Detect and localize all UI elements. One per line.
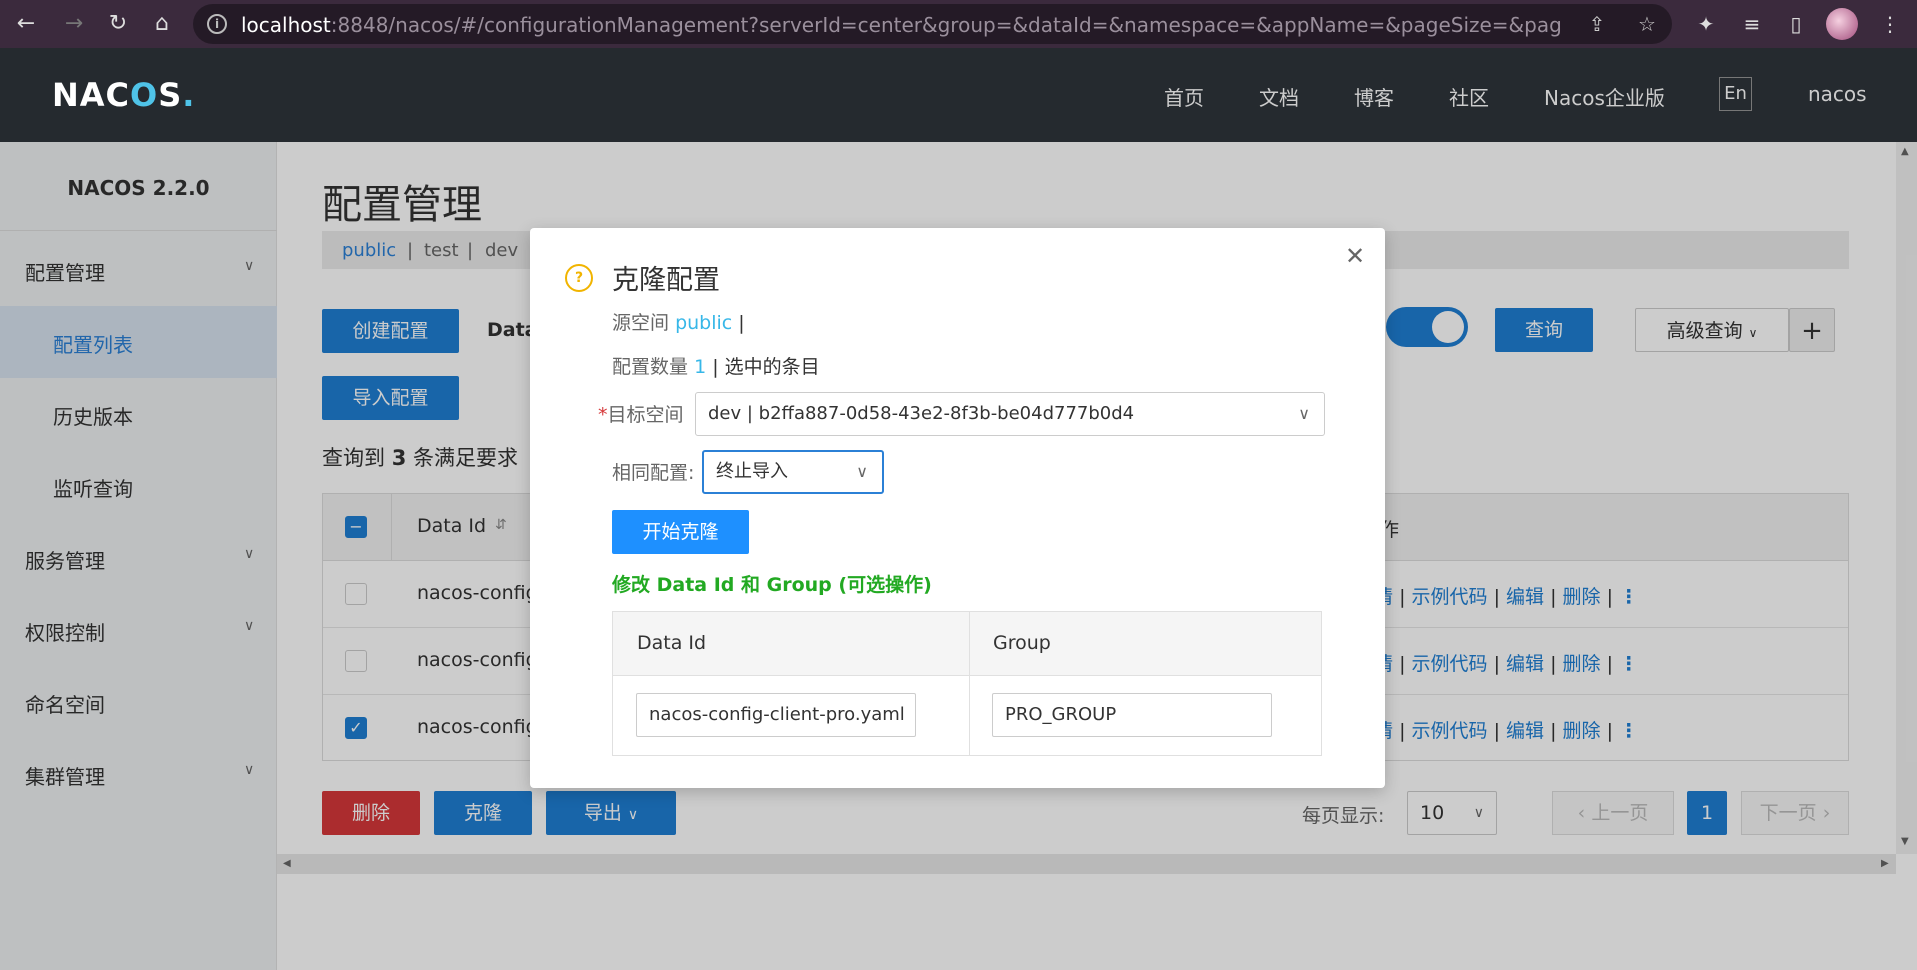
nav-home[interactable]: 首页 [1164,82,1204,111]
start-clone-button[interactable]: 开始克隆 [612,510,749,554]
reload-icon[interactable]: ↻ [104,10,132,38]
more-menu-icon[interactable]: ⋮ [1876,10,1904,38]
address-bar[interactable]: i localhost:8848/nacos/#/configurationMa… [193,4,1672,44]
user-menu[interactable]: nacos [1808,82,1867,106]
group-input[interactable]: PRO_GROUP [992,693,1272,737]
same-config-label: 相同配置: [612,462,695,484]
media-list-icon[interactable]: ≡ [1738,10,1766,38]
nav-blog[interactable]: 博客 [1354,82,1394,111]
nav-docs[interactable]: 文档 [1259,82,1299,111]
close-icon[interactable]: ✕ [1343,244,1367,268]
column-header-group: Group [993,632,1051,654]
url-text[interactable]: localhost:8848/nacos/#/configurationMana… [241,13,1561,37]
target-namespace-label: *目标空间 [598,404,684,426]
modify-section-title: 修改 Data Id 和 Group (可选操作) [612,574,932,596]
same-config-select[interactable]: 终止导入 ∨ [702,450,884,494]
source-namespace-line: 源空间 public | [612,312,745,334]
modify-table: Data Id Group nacos-config-client-pro.ya… [612,611,1322,756]
dataid-input[interactable]: nacos-config-client-pro.yaml [636,693,916,737]
question-icon: ? [565,264,593,292]
chevron-down-icon: ∨ [1298,404,1310,423]
nav-enterprise[interactable]: Nacos企业版 [1544,82,1665,111]
nacos-logo[interactable]: NACOS. [52,76,195,114]
browser-toolbar: ← → ↻ ⌂ i localhost:8848/nacos/#/configu… [0,0,1917,48]
modify-table-header: Data Id Group [613,612,1321,676]
home-icon[interactable]: ⌂ [148,10,176,38]
clone-config-dialog: ✕ ? 克隆配置 源空间 public | 配置数量 1 | 选中的条目 *目标… [530,228,1385,788]
share-icon[interactable]: ⇪ [1585,12,1609,36]
bookmark-star-icon[interactable]: ☆ [1635,12,1659,36]
back-icon[interactable]: ← [12,10,40,38]
language-switch-button[interactable]: En [1719,77,1752,111]
config-count-line: 配置数量 1 | 选中的条目 [612,356,820,378]
target-namespace-select[interactable]: dev | b2ffa887-0d58-43e2-8f3b-be04d777b0… [695,392,1325,436]
profile-avatar[interactable] [1826,8,1858,40]
side-panel-icon[interactable]: ▯ [1782,10,1810,38]
column-divider [969,612,970,755]
extensions-icon[interactable]: ✦ [1692,10,1720,38]
nav-community[interactable]: 社区 [1449,82,1489,111]
chevron-down-icon: ∨ [856,462,868,481]
app-header: NACOS. 首页 文档 博客 社区 Nacos企业版 En nacos [0,48,1917,142]
dialog-title: 克隆配置 [612,265,720,296]
forward-icon[interactable]: → [60,10,88,38]
column-header-dataid: Data Id [637,632,707,654]
site-info-icon[interactable]: i [207,14,227,34]
